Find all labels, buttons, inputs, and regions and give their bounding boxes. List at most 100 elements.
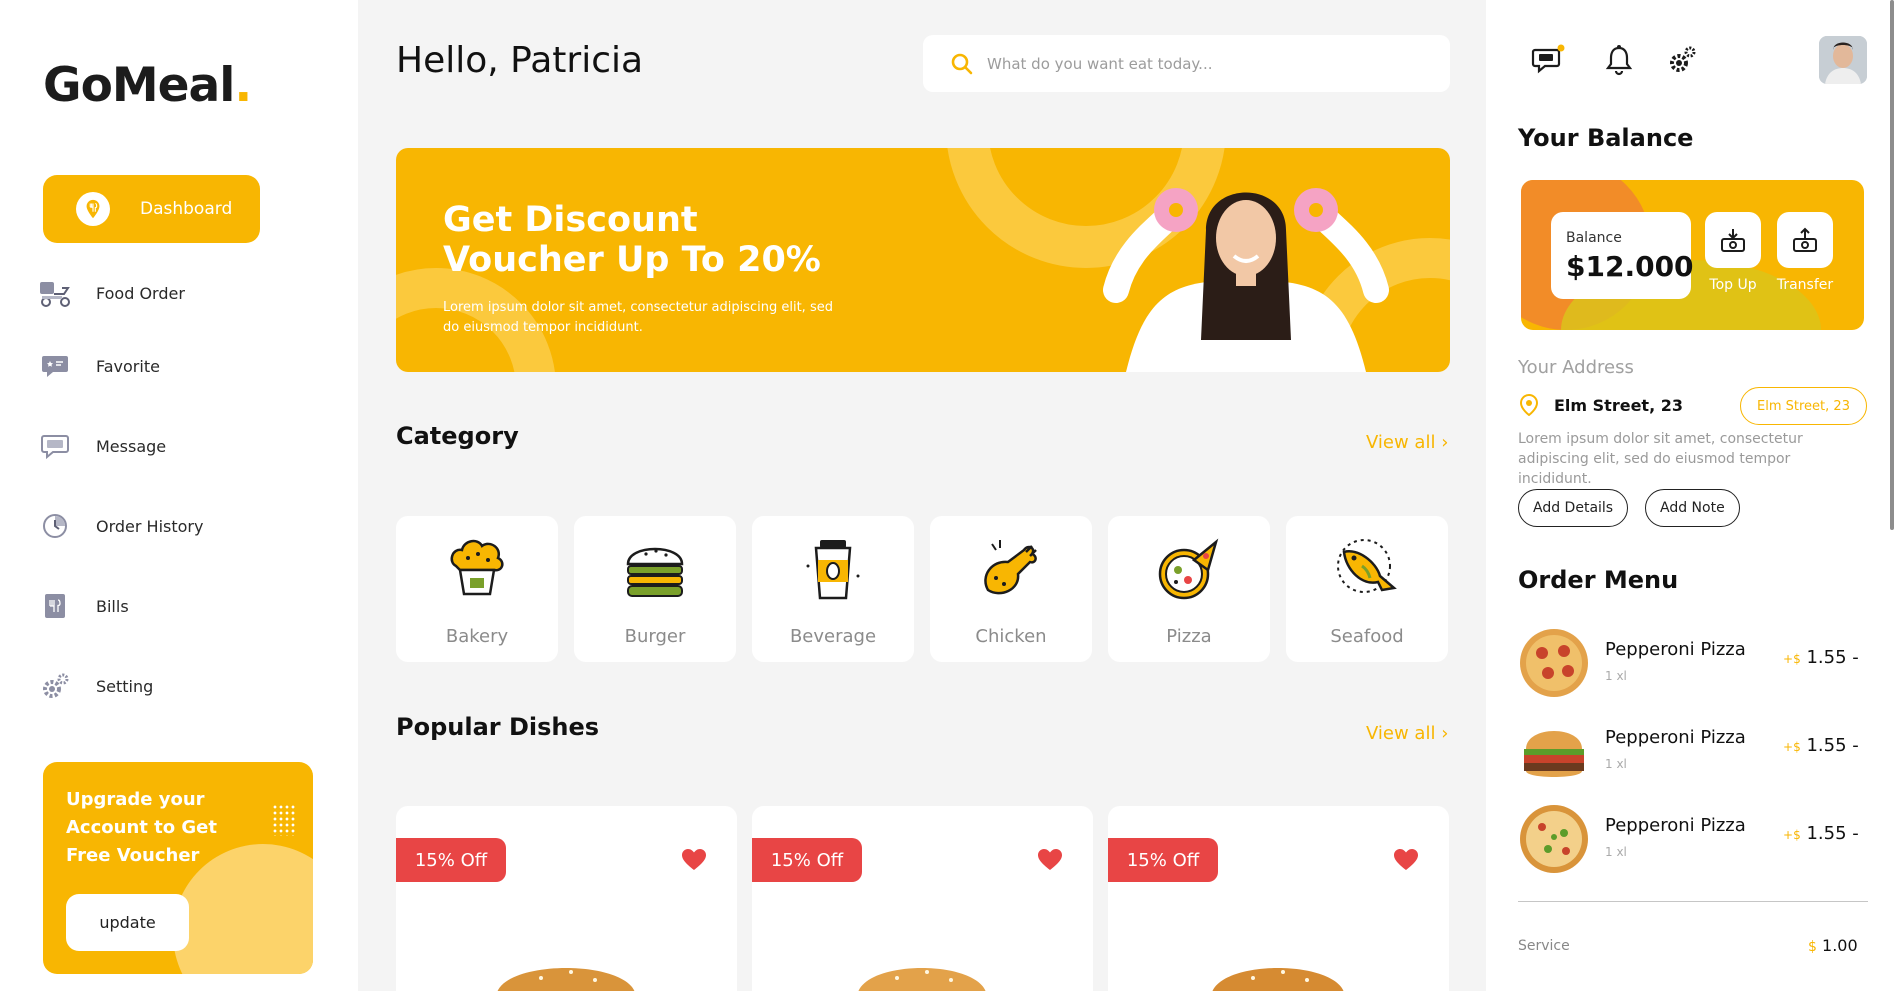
banner-subtitle: Lorem ipsum dolor sit amet, consectetur …	[443, 300, 833, 335]
order-item[interactable]: Pepperoni Pizza 1 xl +$ 1.55 -	[1518, 715, 1868, 787]
sidebar-item-favorite[interactable]: Favorite	[38, 348, 160, 384]
sidebar-item-label: Bills	[96, 596, 129, 616]
sidebar-item-bills[interactable]: Bills	[38, 588, 129, 624]
address-row: Elm Street, 23	[1518, 394, 1683, 416]
dashboard-icon	[76, 192, 110, 226]
category-beverage[interactable]: Beverage	[752, 516, 914, 662]
order-history-icon	[38, 510, 72, 542]
sidebar-item-label: Dashboard	[140, 199, 233, 219]
category-label: Chicken	[975, 626, 1047, 647]
pepperoni-pizza-image	[1520, 629, 1588, 697]
search-input[interactable]	[987, 54, 1407, 73]
search-icon	[949, 51, 975, 77]
heart-icon[interactable]	[1037, 848, 1063, 872]
category-label: Burger	[624, 626, 686, 647]
transfer-button[interactable]	[1777, 212, 1833, 268]
sidebar-item-label: Food Order	[96, 283, 185, 303]
page-title: Hello, Patricia	[396, 40, 644, 81]
burger-image	[1212, 968, 1344, 991]
address-text: Elm Street, 23	[1554, 395, 1683, 415]
category-bakery[interactable]: Bakery	[396, 516, 558, 662]
category-label: Beverage	[789, 626, 877, 647]
search-bar[interactable]	[923, 35, 1450, 92]
address-description: Lorem ipsum dolor sit amet, consectetur …	[1518, 431, 1803, 487]
category-title: Category	[396, 422, 519, 450]
burger-image	[858, 968, 986, 991]
favorite-icon	[38, 350, 72, 382]
upgrade-text: Upgrade your Account to Get Free Voucher	[66, 789, 217, 866]
top-up-label: Top Up	[1709, 277, 1757, 293]
balance-value: $12.000	[1566, 250, 1694, 283]
add-note-button[interactable]: Add Note	[1645, 489, 1740, 527]
sidebar-item-label: Setting	[96, 676, 154, 696]
order-item-price: +$ 1.55 -	[1783, 647, 1859, 668]
balance-card: Balance $12.000 Top Up Transfer	[1521, 180, 1864, 330]
order-item[interactable]: Pepperoni Pizza 1 xl +$ 1.55 -	[1518, 803, 1868, 875]
order-item-price: +$ 1.55 -	[1783, 735, 1859, 756]
transfer-icon	[1793, 227, 1817, 252]
balance-title: Your Balance	[1518, 124, 1694, 152]
order-item-name: Pepperoni Pizza	[1605, 815, 1746, 836]
popular-dishes-title: Popular Dishes	[396, 713, 600, 741]
divider	[1518, 901, 1868, 902]
category-chicken[interactable]: Chicken	[930, 516, 1092, 662]
dish-card[interactable]: 15% Off	[1108, 806, 1449, 991]
category-pizza[interactable]: Pizza	[1108, 516, 1270, 662]
scrollbar[interactable]	[1890, 0, 1894, 530]
discount-banner[interactable]: Get Discount Voucher Up To 20% Lorem ips…	[396, 148, 1450, 372]
order-item[interactable]: Pepperoni Pizza 1 xl +$ 1.55 -	[1518, 627, 1868, 699]
sidebar-item-order-history[interactable]: Order History	[38, 508, 203, 544]
heart-icon[interactable]	[1393, 848, 1419, 872]
bell-icon[interactable]	[1601, 42, 1637, 78]
banner-title: Get Discount Voucher Up To 20%	[443, 200, 821, 280]
upgrade-card: Upgrade your Account to Get Free Voucher…	[43, 762, 313, 974]
sidebar: GoMeal. Dashboard Food Order Favorite Me…	[0, 0, 358, 991]
order-item-name: Pepperoni Pizza	[1605, 639, 1746, 660]
add-details-button[interactable]: Add Details	[1518, 489, 1629, 527]
discount-badge: 15% Off	[396, 838, 506, 882]
balance-label: Balance	[1566, 230, 1622, 246]
category-label: Seafood	[1330, 626, 1404, 647]
sidebar-item-message[interactable]: Message	[38, 428, 166, 464]
category-label: Pizza	[1166, 626, 1212, 647]
avatar[interactable]	[1819, 36, 1867, 84]
settings-gear-icon[interactable]	[1664, 42, 1700, 78]
order-item-name: Pepperoni Pizza	[1605, 727, 1746, 748]
order-item-price: +$ 1.55 -	[1783, 823, 1859, 844]
category-seafood[interactable]: Seafood	[1286, 516, 1448, 662]
sidebar-item-food-order[interactable]: Food Order	[38, 275, 185, 311]
update-button[interactable]: update	[66, 894, 189, 951]
address-label: Your Address	[1518, 357, 1634, 378]
service-label: Service	[1518, 938, 1570, 954]
message-icon	[38, 430, 72, 462]
dot-pattern	[272, 804, 296, 836]
dish-card[interactable]: 15% Off	[752, 806, 1093, 991]
pizza-icon	[1158, 538, 1219, 600]
sidebar-item-dashboard[interactable]: Dashboard	[43, 175, 260, 243]
top-up-button[interactable]	[1705, 212, 1761, 268]
fish-icon	[1337, 539, 1397, 593]
heart-icon[interactable]	[681, 848, 707, 872]
delivery-scooter-icon	[38, 277, 72, 309]
burger-icon	[626, 547, 684, 597]
order-menu-title: Order Menu	[1518, 566, 1679, 594]
discount-badge: 15% Off	[752, 838, 862, 882]
service-value: $ 1.00	[1808, 936, 1858, 955]
address-pill[interactable]: Elm Street, 23	[1740, 387, 1867, 425]
popular-view-all-link[interactable]: View all ›	[1366, 723, 1448, 744]
logo[interactable]: GoMeal.	[43, 58, 252, 113]
dish-card[interactable]: 15% Off	[396, 806, 737, 991]
message-icon[interactable]	[1530, 42, 1566, 78]
coffee-cup-icon	[806, 540, 860, 600]
gear-icon	[38, 670, 72, 702]
discount-badge: 15% Off	[1108, 838, 1218, 882]
bills-icon	[38, 590, 72, 622]
veggie-pizza-image	[1520, 805, 1588, 873]
woman-with-donuts-image	[1103, 188, 1389, 372]
order-item-qty: 1 xl	[1605, 757, 1627, 771]
category-view-all-link[interactable]: View all ›	[1366, 432, 1448, 453]
balance-box: Balance $12.000	[1551, 212, 1694, 299]
sidebar-item-setting[interactable]: Setting	[38, 668, 153, 704]
category-burger[interactable]: Burger	[574, 516, 736, 662]
category-label: Bakery	[445, 626, 509, 647]
